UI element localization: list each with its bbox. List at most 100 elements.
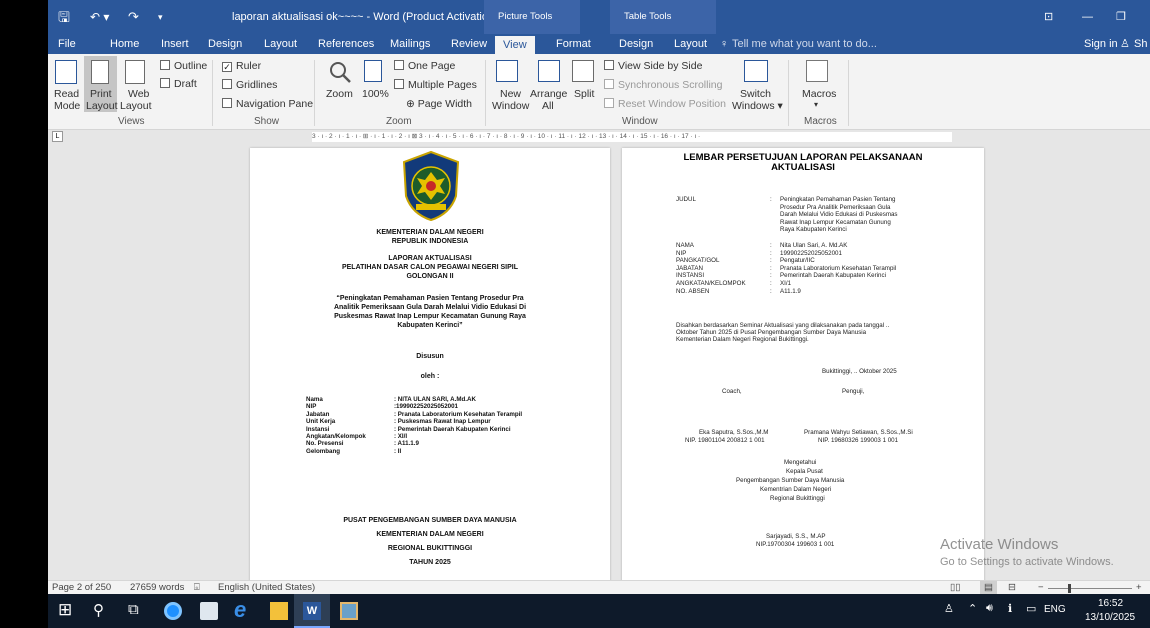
tab-references[interactable]: References <box>318 34 374 54</box>
view-side-by-side-button[interactable]: View Side by Side <box>604 60 702 72</box>
macros-dropdown-icon[interactable]: ▾ <box>814 100 818 109</box>
share-icon[interactable]: ♙ <box>1120 34 1130 54</box>
undo-icon[interactable]: ↶ ▾ <box>90 0 109 34</box>
clock-time[interactable]: 16:52 <box>1098 598 1123 609</box>
language-input-indicator[interactable]: ENG <box>1044 604 1066 615</box>
proofing-icon[interactable]: ⌺ <box>194 581 200 595</box>
switch-windows-label: Windows ▾ <box>732 100 783 112</box>
tab-table-design[interactable]: Design <box>619 34 653 54</box>
file-explorer-icon[interactable] <box>270 602 288 620</box>
tab-mailings[interactable]: Mailings <box>390 34 430 54</box>
photos-icon[interactable] <box>340 602 358 620</box>
outline-button[interactable]: Outline <box>160 60 207 72</box>
switch-windows-button[interactable]: Switch <box>740 88 771 100</box>
tab-selector-button[interactable]: L <box>52 131 63 142</box>
tell-me-box[interactable]: Tell me what you want to do... <box>732 34 877 54</box>
document-area[interactable]: KEMENTERIAN DALAM NEGERI REPUBLIK INDONE… <box>48 144 1150 580</box>
tab-file[interactable]: File <box>58 34 76 54</box>
zoom-icon[interactable] <box>328 60 352 84</box>
zoom-out-button[interactable]: − <box>1038 581 1044 595</box>
approval-heading-2: AKTUALISASI <box>771 162 835 173</box>
gridlines-checkbox[interactable]: Gridlines <box>222 79 277 91</box>
print-layout-view-icon[interactable]: ▤ <box>980 581 997 595</box>
arrange-all-label: All <box>542 100 554 112</box>
horizontal-ruler[interactable]: 3 · ı · 2 · ı · 1 · ı · ⊞ · ı · 1 · ı · … <box>312 132 952 142</box>
word-count[interactable]: 27659 words <box>130 581 184 595</box>
tab-design[interactable]: Design <box>208 34 242 54</box>
judul-colon: : <box>770 196 772 203</box>
tab-home[interactable]: Home <box>110 34 139 54</box>
field-value: Pengatur/IIC <box>780 257 815 265</box>
save-icon[interactable]: 🖫 <box>58 0 70 34</box>
edge-icon[interactable]: e <box>234 597 246 623</box>
language-indicator[interactable]: English (United States) <box>218 581 315 595</box>
report-line-3: GOLONGAN II <box>406 273 454 280</box>
web-layout-view-icon[interactable]: ⊟ <box>1008 581 1016 595</box>
new-window-icon[interactable] <box>496 60 518 82</box>
restore-button[interactable]: ❐ <box>1116 0 1126 34</box>
task-view-icon[interactable]: ⧉ <box>128 601 139 618</box>
tab-table-layout[interactable]: Layout <box>674 34 707 54</box>
zoom-in-button[interactable]: + <box>1136 581 1142 595</box>
word-taskbar-button[interactable]: W <box>294 594 330 628</box>
one-page-button[interactable]: One Page <box>394 60 455 72</box>
group-separator <box>314 60 315 126</box>
macros-icon[interactable] <box>806 60 828 82</box>
zoom-slider-thumb[interactable] <box>1068 584 1071 593</box>
minimize-button[interactable]: — <box>1082 0 1093 34</box>
ruler-checkbox[interactable]: ✓ Ruler <box>222 60 261 72</box>
split-button[interactable]: Split <box>574 88 594 100</box>
tab-review[interactable]: Review <box>451 34 487 54</box>
read-mode-view-icon[interactable]: ▯▯ <box>950 581 960 595</box>
oleh-label: oleh : <box>420 373 440 380</box>
arrange-all-icon[interactable] <box>538 60 560 82</box>
show-hidden-icons-icon[interactable]: ⌃ <box>968 602 977 615</box>
page-cover[interactable]: KEMENTERIAN DALAM NEGERI REPUBLIK INDONE… <box>250 148 610 580</box>
tab-layout[interactable]: Layout <box>264 34 297 54</box>
macros-button[interactable]: Macros <box>802 88 836 100</box>
new-window-label: Window <box>492 100 530 112</box>
tab-view[interactable]: View <box>495 36 535 54</box>
sign-in-link[interactable]: Sign in <box>1084 34 1118 54</box>
zoom-slider[interactable] <box>1048 588 1132 589</box>
web-layout-icon[interactable] <box>125 60 145 84</box>
arrange-all-button[interactable]: Arrange <box>530 88 567 100</box>
volume-icon[interactable]: 🔊︎ <box>986 602 993 615</box>
start-button[interactable]: ⊞ <box>58 600 72 620</box>
report-line-2: PELATIHAN DASAR CALON PEGAWAI NEGERI SIP… <box>341 264 519 271</box>
reset-window-position-button[interactable]: Reset Window Position <box>604 98 726 110</box>
redo-icon[interactable]: ↷ <box>128 0 139 34</box>
split-icon[interactable] <box>572 60 594 82</box>
search-icon[interactable]: ⚲ <box>93 601 104 619</box>
page-counter[interactable]: Page 2 of 250 <box>52 581 111 595</box>
zoom-button[interactable]: Zoom <box>326 88 353 100</box>
customize-toolbar-icon[interactable]: ▾ <box>158 0 163 34</box>
tab-format[interactable]: Format <box>556 34 591 54</box>
store-icon[interactable] <box>200 602 218 620</box>
ribbon-display-options-icon[interactable]: ⊡ <box>1044 0 1053 34</box>
print-layout-button[interactable]: Print <box>90 88 112 100</box>
footer-line-3: REGIONAL BUKITTINGGI <box>387 545 473 552</box>
people-icon[interactable]: ♙ <box>944 602 954 615</box>
read-mode-icon[interactable] <box>55 60 77 84</box>
page-approval[interactable]: LEMBAR PERSETUJUAN LAPORAN PELAKSANAAN A… <box>622 148 984 580</box>
zoom-100-button[interactable]: 100% <box>362 88 389 100</box>
switch-windows-icon[interactable] <box>744 60 768 82</box>
page-width-button[interactable]: ⊕ Page Width <box>406 98 472 110</box>
tab-insert[interactable]: Insert <box>161 34 189 54</box>
print-layout-icon[interactable] <box>91 60 109 84</box>
navigation-pane-checkbox[interactable]: Navigation Pane <box>222 98 313 110</box>
synchronous-scrolling-button[interactable]: Synchronous Scrolling <box>604 79 722 91</box>
cortana-icon[interactable] <box>164 602 182 620</box>
share-button[interactable]: Sh <box>1134 34 1147 54</box>
multiple-pages-button[interactable]: Multiple Pages <box>394 79 477 91</box>
draft-button[interactable]: Draft <box>160 78 197 90</box>
network-icon[interactable]: ℹ <box>1008 602 1012 615</box>
clock-date[interactable]: 13/10/2025 <box>1085 612 1135 623</box>
battery-icon[interactable]: ▭ <box>1026 602 1036 615</box>
read-mode-button[interactable]: Read <box>54 88 79 100</box>
web-layout-button[interactable]: Web <box>128 88 149 100</box>
new-window-button[interactable]: New <box>500 88 521 100</box>
coach-nip: NIP. 19801104 200812 1 001 <box>685 437 765 444</box>
zoom-100-icon[interactable] <box>364 60 382 82</box>
